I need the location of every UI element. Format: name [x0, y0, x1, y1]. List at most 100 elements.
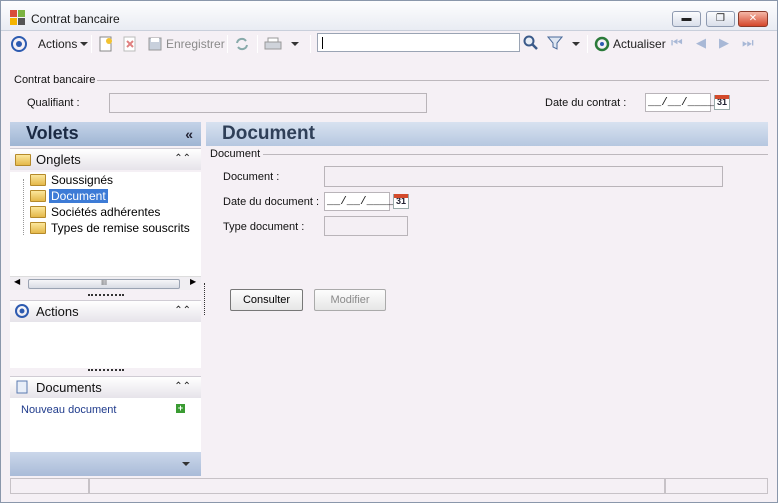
- tree-item-document[interactable]: Document: [30, 188, 108, 204]
- contract-group-title: Contrat bancaire: [14, 74, 96, 86]
- tree-item-label: Sociétés adhérentes: [51, 205, 161, 219]
- status-cell: [665, 478, 768, 494]
- volets-title: Volets: [26, 123, 79, 143]
- chevron-up-icon[interactable]: ⌃⌃: [174, 153, 191, 164]
- document-icon: [15, 380, 31, 396]
- maximize-button[interactable]: ❐: [706, 11, 735, 27]
- save-label: Enregistrer: [166, 37, 225, 51]
- document-date-label: Date du document :: [223, 196, 320, 208]
- scroll-left-icon[interactable]: ◀: [14, 277, 20, 286]
- next-record-icon[interactable]: ▶: [719, 35, 729, 51]
- folder-icon: [30, 206, 46, 218]
- scroll-right-icon[interactable]: ▶: [190, 277, 196, 286]
- refresh-label: Actualiser: [613, 37, 666, 51]
- sync-button[interactable]: [234, 35, 250, 53]
- add-icon[interactable]: +: [176, 404, 185, 413]
- status-cell: [10, 478, 89, 494]
- chevron-down-icon[interactable]: [182, 462, 190, 466]
- collapse-left-icon[interactable]: «: [185, 126, 193, 142]
- modify-button[interactable]: Modifier: [314, 289, 386, 311]
- tree-item-label: Document: [49, 189, 108, 203]
- search-input[interactable]: [317, 33, 520, 52]
- target-icon: [15, 303, 31, 320]
- folder-icon: [30, 174, 46, 186]
- separator: [310, 35, 311, 53]
- document-label: Document :: [223, 171, 280, 183]
- sync-icon: [234, 36, 250, 52]
- new-document-icon: [98, 36, 114, 52]
- main-window: Contrat bancaire ▬ ❐ ✕ Actions Enregistr…: [0, 0, 778, 503]
- target-icon: [11, 36, 27, 52]
- splitter-handle[interactable]: [88, 294, 124, 296]
- onglets-header[interactable]: Onglets ⌃⌃: [10, 148, 201, 170]
- document-date-field[interactable]: __/__/____: [324, 192, 393, 211]
- tree-item-label: Soussignés: [51, 173, 114, 187]
- new-document-link[interactable]: Nouveau document: [21, 404, 116, 416]
- save-button[interactable]: Enregistrer: [147, 35, 225, 53]
- folder-icon: [15, 153, 31, 166]
- tree-item-soussignes[interactable]: Soussignés: [30, 172, 115, 188]
- chevron-down-icon[interactable]: [572, 42, 580, 46]
- horizontal-scrollbar[interactable]: ◀ III ▶: [10, 276, 201, 290]
- chevron-down-icon: [291, 42, 299, 46]
- volets-header: Volets «: [10, 122, 201, 146]
- tree-item-label: Types de remise souscrits: [51, 221, 190, 235]
- print-icon: [264, 36, 282, 52]
- volets-panel: Volets « Onglets ⌃⌃ Soussignés Document …: [10, 122, 201, 476]
- status-bar: [10, 478, 768, 496]
- document-pane: Document Document Document : Date du doc…: [206, 122, 768, 476]
- minimize-button[interactable]: ▬: [672, 11, 701, 27]
- refresh-icon: [594, 36, 610, 52]
- status-cell: [89, 478, 665, 494]
- scroll-thumb[interactable]: III: [28, 279, 180, 289]
- separator: [257, 35, 258, 53]
- last-record-icon[interactable]: ⏭: [742, 35, 754, 51]
- document-group-title: Document: [210, 148, 261, 160]
- actions-panel-header[interactable]: Actions ⌃⌃: [10, 300, 201, 322]
- chevron-up-icon[interactable]: ⌃⌃: [174, 305, 191, 316]
- open-folder-icon: [30, 190, 46, 202]
- actions-panel-title: Actions: [36, 304, 79, 319]
- delete-icon: [122, 36, 138, 52]
- document-title: Document: [206, 122, 768, 146]
- window-title: Contrat bancaire: [31, 12, 120, 26]
- title-bar: Contrat bancaire ▬ ❐ ✕: [1, 1, 777, 31]
- actions-menu[interactable]: Actions: [11, 35, 89, 53]
- consult-button[interactable]: Consulter: [230, 289, 303, 311]
- first-record-icon[interactable]: ⏮: [671, 35, 683, 51]
- separator: [227, 35, 228, 53]
- calendar-icon[interactable]: 31: [714, 95, 730, 110]
- qualifiant-label: Qualifiant :: [27, 97, 80, 109]
- splitter-handle[interactable]: [88, 369, 124, 371]
- document-field[interactable]: [324, 166, 723, 187]
- chevron-up-icon[interactable]: ⌃⌃: [174, 381, 191, 392]
- vertical-splitter[interactable]: [204, 283, 205, 315]
- calendar-icon[interactable]: 31: [393, 194, 409, 209]
- new-button[interactable]: [98, 35, 114, 53]
- separator: [587, 35, 588, 53]
- onglets-title: Onglets: [36, 152, 81, 167]
- previous-record-icon[interactable]: ◀: [696, 35, 706, 51]
- search-icon[interactable]: [523, 35, 539, 51]
- actions-panel-body: [10, 322, 201, 368]
- refresh-button[interactable]: Actualiser: [594, 35, 666, 53]
- print-button[interactable]: [264, 35, 299, 53]
- tree-item-societes[interactable]: Sociétés adhérentes: [30, 204, 162, 220]
- chevron-down-icon: [80, 42, 89, 46]
- document-type-label: Type document :: [223, 221, 305, 233]
- close-button[interactable]: ✕: [738, 11, 768, 27]
- documents-panel-title: Documents: [36, 380, 102, 395]
- separator: [91, 35, 92, 53]
- tree-item-types-remise[interactable]: Types de remise souscrits: [30, 220, 192, 236]
- qualifiant-field[interactable]: [109, 93, 427, 113]
- group-divider: [263, 154, 768, 155]
- filter-icon[interactable]: [546, 35, 564, 51]
- contract-date-label: Date du contrat :: [545, 97, 627, 109]
- delete-button[interactable]: [122, 35, 138, 53]
- contract-date-field[interactable]: __/__/____: [645, 93, 714, 112]
- documents-panel-header[interactable]: Documents ⌃⌃: [10, 376, 201, 398]
- volets-bottom-bar: [10, 452, 201, 476]
- document-type-field[interactable]: [324, 216, 408, 236]
- save-icon: [147, 36, 163, 52]
- onglets-tree: Soussignés Document Sociétés adhérentes …: [10, 172, 201, 276]
